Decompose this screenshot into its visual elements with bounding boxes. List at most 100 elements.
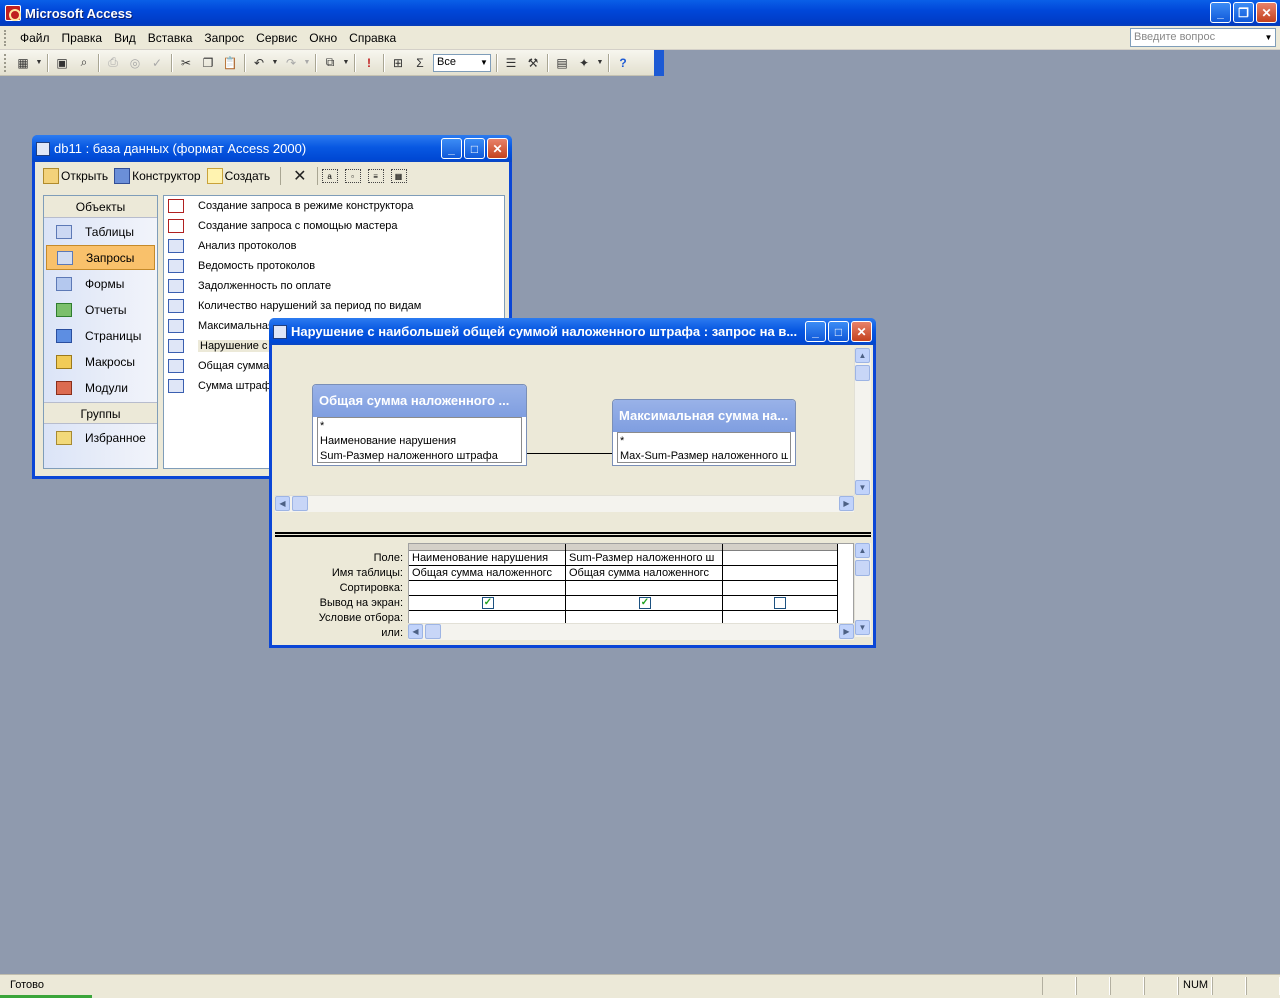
- menu-view[interactable]: Вид: [108, 31, 142, 45]
- object-queries[interactable]: Запросы: [46, 245, 155, 270]
- groups-header[interactable]: Группы: [44, 402, 157, 424]
- restore-button[interactable]: ❐: [1233, 2, 1254, 23]
- object-reports[interactable]: Отчеты: [46, 297, 155, 322]
- field-item[interactable]: Max-Sum-Размер наложенного штр: [620, 450, 788, 462]
- database-window-icon[interactable]: ▤: [552, 53, 572, 73]
- help-question-input[interactable]: Введите вопрос ▼: [1130, 28, 1276, 47]
- query-close-button[interactable]: ✕: [851, 321, 872, 342]
- toolbar-grip[interactable]: [4, 53, 8, 72]
- chevron-up-icon[interactable]: ▲: [855, 348, 870, 363]
- design-button[interactable]: Конструктор: [114, 168, 201, 184]
- menu-edit[interactable]: Правка: [56, 31, 109, 45]
- grid-cell-field[interactable]: Sum-Размер наложенного ш: [566, 551, 722, 566]
- scroll-thumb[interactable]: [855, 365, 870, 381]
- grid-cell-field[interactable]: [723, 551, 838, 566]
- table-pane-vscroll[interactable]: ▲ ▼: [854, 348, 871, 495]
- close-button[interactable]: ✕: [1256, 2, 1277, 23]
- minimize-button[interactable]: _: [1210, 2, 1231, 23]
- print-icon[interactable]: ⎙: [103, 53, 123, 73]
- database-window-titlebar[interactable]: db11 : база данных (формат Access 2000) …: [32, 135, 512, 162]
- chevron-down-icon[interactable]: ▼: [271, 53, 279, 73]
- object-pages[interactable]: Страницы: [46, 323, 155, 348]
- chevron-down-icon[interactable]: ▼: [35, 53, 43, 73]
- table-pane-hscroll[interactable]: ◀ ▶: [275, 495, 854, 512]
- redo-icon[interactable]: ↷: [281, 53, 301, 73]
- grid-cell-sort[interactable]: [409, 581, 565, 596]
- query-minimize-button[interactable]: _: [805, 321, 826, 342]
- undo-icon[interactable]: ↶: [249, 53, 269, 73]
- scroll-thumb[interactable]: [425, 624, 441, 639]
- object-tables[interactable]: Таблицы: [46, 219, 155, 244]
- grid-cell-sort[interactable]: [723, 581, 838, 596]
- field-list-title[interactable]: Общая сумма наложенного ...: [313, 385, 526, 417]
- menu-grip[interactable]: [4, 29, 8, 46]
- chevron-down-icon[interactable]: ▼: [855, 620, 870, 635]
- grid-cell-field[interactable]: Наименование нарушения: [409, 551, 565, 566]
- chevron-left-icon[interactable]: ◀: [408, 624, 423, 639]
- field-list-max-penalty[interactable]: Максимальная сумма на... * Max-Sum-Разме…: [612, 399, 796, 466]
- menu-file[interactable]: Файл: [14, 31, 56, 45]
- chevron-down-icon[interactable]: ▼: [478, 55, 490, 71]
- list-item[interactable]: Задолженность по оплате: [164, 276, 504, 296]
- menu-query[interactable]: Запрос: [198, 31, 250, 45]
- totals-icon[interactable]: Σ: [410, 53, 430, 73]
- delete-icon[interactable]: ✕: [293, 166, 306, 186]
- details-view-icon[interactable]: ▦: [390, 169, 407, 183]
- view-icon[interactable]: ▦: [13, 53, 33, 73]
- properties-icon[interactable]: ☰: [501, 53, 521, 73]
- list-item[interactable]: Создание запроса в режиме конструктора: [164, 196, 504, 216]
- menu-insert[interactable]: Вставка: [142, 31, 199, 45]
- field-list-total-penalty[interactable]: Общая сумма наложенного ... * Наименован…: [312, 384, 527, 466]
- chevron-down-icon[interactable]: ▼: [303, 53, 311, 73]
- chevron-down-icon[interactable]: ▼: [342, 53, 350, 73]
- list-item[interactable]: Количество нарушений за период по видам: [164, 296, 504, 316]
- help-icon[interactable]: ?: [613, 53, 633, 73]
- list-item[interactable]: Создание запроса с помощью мастера: [164, 216, 504, 236]
- list-item[interactable]: Анализ протоколов: [164, 236, 504, 256]
- show-checkbox[interactable]: [774, 597, 786, 609]
- grid-cell-sort[interactable]: [566, 581, 722, 596]
- field-item[interactable]: Sum-Размер наложенного штрафа: [320, 450, 519, 462]
- chevron-right-icon[interactable]: ▶: [839, 496, 854, 511]
- toolbar-endcap[interactable]: [654, 50, 664, 76]
- field-item[interactable]: *: [620, 435, 788, 450]
- chevron-down-icon[interactable]: ▼: [855, 480, 870, 495]
- show-checkbox[interactable]: ✓: [482, 597, 494, 609]
- field-item[interactable]: *: [320, 420, 519, 435]
- db-minimize-button[interactable]: _: [441, 138, 462, 159]
- paste-icon[interactable]: 📋: [220, 53, 240, 73]
- scroll-thumb[interactable]: [292, 496, 308, 511]
- chevron-up-icon[interactable]: ▲: [855, 543, 870, 558]
- field-list-title[interactable]: Максимальная сумма на...: [613, 400, 795, 432]
- db-maximize-button[interactable]: □: [464, 138, 485, 159]
- new-object-icon[interactable]: ✦: [574, 53, 594, 73]
- pane-splitter[interactable]: [275, 532, 871, 537]
- object-modules[interactable]: Модули: [46, 375, 155, 400]
- menu-window[interactable]: Окно: [303, 31, 343, 45]
- grid-hscroll[interactable]: ◀ ▶: [408, 623, 854, 640]
- save-icon[interactable]: ▣: [52, 53, 72, 73]
- search-icon[interactable]: ⌕: [74, 53, 94, 73]
- create-button[interactable]: Создать: [206, 168, 270, 184]
- chevron-right-icon[interactable]: ▶: [839, 624, 854, 639]
- menu-help[interactable]: Справка: [343, 31, 402, 45]
- grid-cell-table[interactable]: Общая сумма наложенногс: [409, 566, 565, 581]
- db-close-button[interactable]: ✕: [487, 138, 508, 159]
- join-line[interactable]: [527, 453, 612, 454]
- chevron-left-icon[interactable]: ◀: [275, 496, 290, 511]
- show-table-icon[interactable]: ⊞: [388, 53, 408, 73]
- query-window-titlebar[interactable]: Нарушение с наибольшей общей суммой нало…: [269, 318, 876, 345]
- grid-cell-table[interactable]: Общая сумма наложенногс: [566, 566, 722, 581]
- cut-icon[interactable]: ✂: [176, 53, 196, 73]
- list-item[interactable]: Ведомость протоколов: [164, 256, 504, 276]
- copy-icon[interactable]: ❐: [198, 53, 218, 73]
- list-view-icon[interactable]: ≡: [367, 169, 384, 183]
- chevron-down-icon[interactable]: ▼: [1262, 29, 1275, 46]
- query-maximize-button[interactable]: □: [828, 321, 849, 342]
- large-icons-view-icon[interactable]: a: [321, 169, 338, 183]
- menu-tools[interactable]: Сервис: [250, 31, 303, 45]
- build-icon[interactable]: ⚒: [523, 53, 543, 73]
- object-macros[interactable]: Макросы: [46, 349, 155, 374]
- spelling-icon[interactable]: ✓: [147, 53, 167, 73]
- access-app-icon[interactable]: [5, 5, 21, 21]
